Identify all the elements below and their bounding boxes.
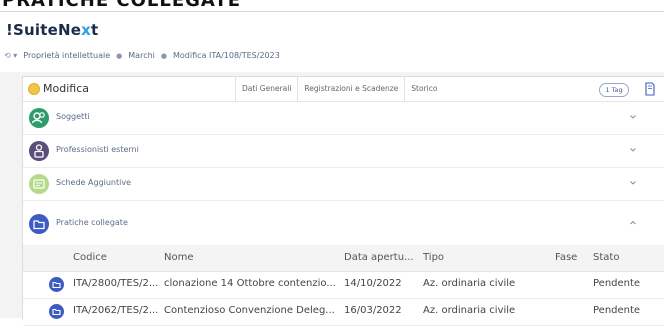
cell-nome: clonazione 14 Ottobre contenzio... [164, 278, 336, 289]
column-header-nome[interactable]: Nome [164, 252, 194, 263]
modifica-card: Modifica Dati Generali Registrazioni e S… [22, 76, 664, 326]
cell-data: 16/03/2022 [344, 305, 402, 316]
breadcrumb-item-current: Modifica ITA/108/TES/2023 [173, 51, 280, 60]
column-header-codice[interactable]: Codice [73, 252, 107, 263]
tab-bar: Dati Generali Registrazioni e Scadenze S… [235, 77, 443, 101]
breadcrumb-item-marchi[interactable]: Marchi [128, 51, 155, 60]
section-soggetti[interactable]: Soggetti [23, 102, 664, 135]
people-icon [29, 108, 49, 128]
card-title: Modifica [43, 82, 89, 95]
breadcrumb: ⟲ ▾ Proprietà intellettuale ● Marchi ● M… [4, 51, 280, 60]
chevron-down-icon[interactable] [629, 113, 637, 121]
history-nav-button[interactable]: ⟲ ▾ [4, 51, 17, 60]
app-window: !SuiteNext ⟲ ▾ Proprietà intellettuale ●… [0, 11, 664, 326]
column-header-fase[interactable]: Fase [555, 252, 577, 263]
cell-codice: ITA/2800/TES/2... [73, 278, 159, 289]
cell-data: 14/10/2022 [344, 278, 402, 289]
cell-stato: Pendente [593, 278, 641, 289]
section-pratiche-collegate[interactable]: Pratiche collegate [23, 201, 664, 244]
folder-icon [49, 277, 64, 292]
document-icon[interactable] [644, 82, 656, 96]
section-label: Professionisti esterni [56, 145, 139, 154]
column-header-tipo[interactable]: Tipo [423, 252, 444, 263]
breadcrumb-separator: ● [116, 51, 123, 60]
breadcrumb-separator: ● [160, 51, 167, 60]
section-label: Soggetti [56, 112, 90, 121]
table-header: Codice Nome Data apertu... Tipo Fase Sta… [23, 245, 664, 272]
table-row[interactable]: ITA/2062/TES/2... Contenzioso Convenzion… [23, 299, 664, 326]
section-professionisti-esterni[interactable]: Professionisti esterni [23, 135, 664, 168]
column-header-data-apertura[interactable]: Data apertu... [344, 252, 414, 263]
cards-icon [29, 174, 49, 194]
page-heading: PRATICHE COLLEGATE [2, 0, 242, 11]
cell-stato: Pendente [593, 305, 641, 316]
chevron-down-icon[interactable] [629, 146, 637, 154]
table-row[interactable]: ITA/2800/TES/2... clonazione 14 Ottobre … [23, 272, 664, 299]
section-schede-aggiuntive[interactable]: Schede Aggiuntive [23, 168, 664, 201]
folder-icon [29, 214, 49, 234]
section-label: Schede Aggiuntive [56, 178, 132, 187]
app-logo: !SuiteNext [6, 21, 99, 39]
section-label: Pratiche collegate [56, 218, 128, 227]
tab-registrazioni-scadenze[interactable]: Registrazioni e Scadenze [297, 77, 404, 101]
cell-codice: ITA/2062/TES/2... [73, 305, 159, 316]
status-dot-icon [28, 83, 40, 95]
cell-tipo: Az. ordinaria civile [423, 278, 516, 289]
tab-dati-generali[interactable]: Dati Generali [235, 77, 297, 101]
tag-button[interactable]: 1 Tag [599, 83, 629, 97]
cell-nome: Contenzioso Convenzione Deleg... [164, 305, 335, 316]
card-header: Modifica Dati Generali Registrazioni e S… [23, 77, 664, 102]
cell-tipo: Az. ordinaria civile [423, 305, 516, 316]
chevron-up-icon[interactable] [629, 219, 637, 227]
tab-storico[interactable]: Storico [404, 77, 443, 101]
professional-icon [29, 141, 49, 161]
breadcrumb-item-proprieta[interactable]: Proprietà intellettuale [23, 51, 110, 60]
column-header-stato[interactable]: Stato [593, 252, 619, 263]
chevron-down-icon[interactable] [629, 179, 637, 187]
app-header: !SuiteNext ⟲ ▾ Proprietà intellettuale ●… [0, 12, 664, 72]
